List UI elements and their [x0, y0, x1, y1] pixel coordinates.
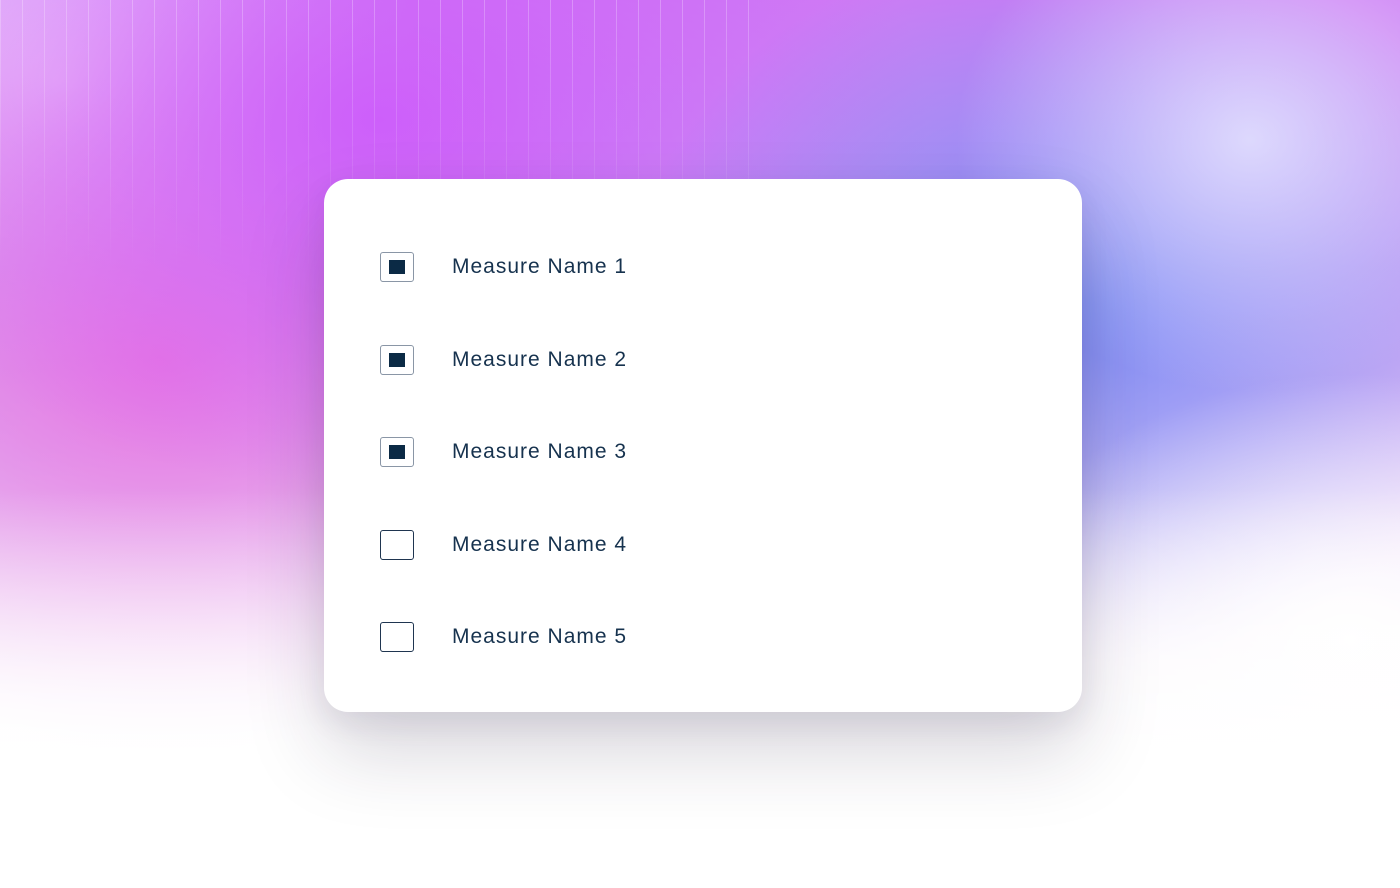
measure-checkbox-list: Measure Name 1 Measure Name 2 Measure Na…	[380, 249, 627, 712]
measure-label: Measure Name 1	[452, 255, 628, 278]
checkbox-measure-5[interactable]	[380, 622, 414, 652]
measure-label: Measure Name 4	[452, 532, 628, 556]
checkbox-measure-3[interactable]	[380, 437, 414, 467]
measure-option-5[interactable]: Measure Name 5	[380, 619, 627, 655]
checkbox-measure-4[interactable]	[380, 529, 414, 560]
checkbox-filled-icon	[389, 352, 405, 367]
measure-label: Measure Name 5	[452, 625, 628, 648]
measure-label: Measure Name 2	[452, 347, 628, 371]
measure-option-2[interactable]: Measure Name 2	[380, 342, 627, 378]
checkbox-filled-icon	[389, 445, 405, 459]
measure-option-3[interactable]: Measure Name 3	[380, 434, 627, 470]
checkbox-filled-icon	[389, 260, 405, 274]
checkbox-measure-2[interactable]	[380, 344, 414, 375]
measure-selection-card: Measure Name 1 Measure Name 2 Measure Na…	[324, 179, 1082, 712]
measure-option-1[interactable]: Measure Name 1	[380, 249, 627, 285]
measure-label: Measure Name 3	[452, 440, 628, 463]
checkbox-measure-1[interactable]	[380, 252, 414, 282]
measure-option-4[interactable]: Measure Name 4	[380, 527, 627, 563]
